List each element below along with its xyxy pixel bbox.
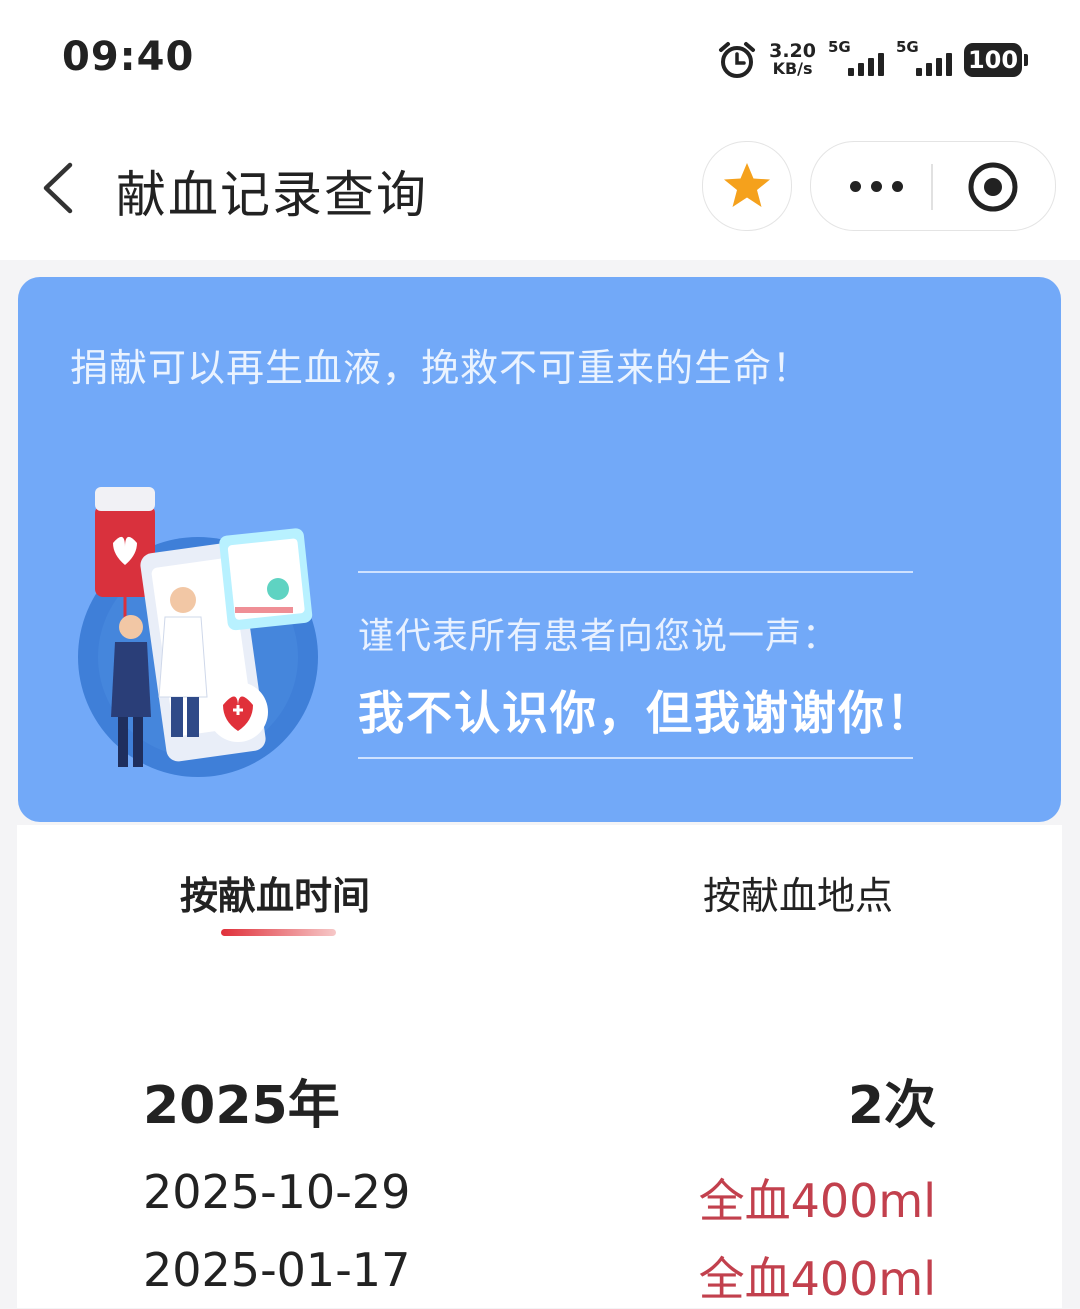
status-icons: 3.20 KB/s 5G 5G 100 — [717, 38, 1028, 82]
record-date: 2025-01-17 — [143, 1243, 411, 1297]
network-speed-value: 3.20 — [769, 40, 816, 62]
mini-program-capsule — [810, 141, 1056, 231]
banner-slogan: 捐献可以再生血液，挽救不可重来的生命！ — [70, 346, 812, 390]
tab-by-time[interactable]: 按献血时间 — [180, 865, 370, 920]
banner-sub-text: 谨代表所有患者向您说一声： — [358, 616, 840, 657]
record-date: 2025-10-29 — [143, 1165, 411, 1219]
banner: 捐献可以再生血液，挽救不可重来的生命！ 谨代表所有患者向您说一声： 我不认识你， — [18, 277, 1061, 822]
star-icon — [724, 163, 770, 207]
battery-level: 100 — [967, 46, 1019, 74]
banner-divider-top — [358, 571, 913, 573]
status-bar: 09:40 3.20 KB/s 5G 5G 100 — [0, 0, 1080, 115]
close-target-icon[interactable] — [966, 160, 1020, 214]
more-dots-icon[interactable] — [841, 166, 911, 206]
tab-by-location[interactable]: 按献血地点 — [703, 865, 893, 920]
record-amount: 全血400ml — [698, 1174, 936, 1228]
signal-icon: 5G — [896, 38, 952, 80]
network-speed: 3.20 KB/s — [769, 42, 816, 78]
network-speed-unit: KB/s — [772, 59, 813, 78]
active-tab-indicator — [221, 929, 336, 936]
alarm-icon — [719, 42, 756, 78]
banner-thanks-text: 我不认识你，但我谢谢你！ — [358, 686, 934, 740]
back-arrow-icon[interactable] — [32, 155, 92, 221]
record-amount: 全血400ml — [698, 1252, 936, 1306]
capsule-divider — [931, 164, 933, 210]
blood-donation-illustration — [78, 487, 318, 777]
page-title: 献血记录查询 — [116, 166, 428, 224]
banner-divider-bottom — [358, 757, 913, 759]
nav-bar: 献血记录查询 — [0, 115, 1080, 260]
favorite-button[interactable] — [702, 141, 792, 231]
status-time: 09:40 — [62, 34, 195, 80]
battery-icon: 100 — [964, 43, 1028, 77]
year-label: 2025年 — [143, 1076, 340, 1136]
signal-icon: 5G — [828, 38, 884, 80]
records-card: 按献血时间 按献血地点 2025年 2次 2025-10-29 全血400ml … — [17, 825, 1062, 1308]
donation-count: 2次 — [847, 1076, 936, 1136]
